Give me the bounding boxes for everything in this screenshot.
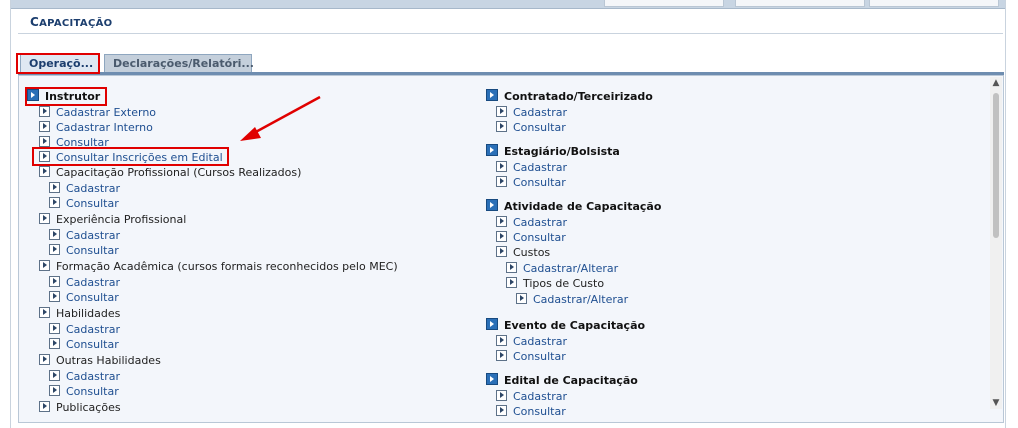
annotation-arrow-icon bbox=[240, 95, 321, 141]
